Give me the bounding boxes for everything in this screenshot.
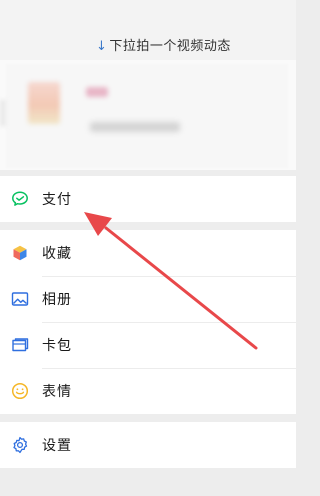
down-arrow-icon: ↓ [96,39,108,54]
avatar[interactable] [28,82,60,124]
menu-item-favorites-label: 收藏 [42,246,72,262]
wechat-pay-icon [10,189,30,209]
pull-down-hint-text: 下拉拍一个视频动态 [109,39,231,54]
menu-item-settings-label: 设置 [42,438,72,454]
profile-card[interactable] [0,60,296,170]
pull-down-hint-area: ↓ 下拉拍一个视频动态 [0,0,296,60]
menu-item-cards[interactable]: 卡包 [0,322,296,368]
menu-item-cards-label: 卡包 [42,338,72,354]
side-handle [0,100,6,126]
menu-group-pay: 支付 [0,176,296,222]
album-picture-icon [10,289,30,309]
menu-item-album-label: 相册 [42,292,72,308]
favorites-cube-icon [10,243,30,263]
menu-item-stickers[interactable]: 表情 [0,368,296,414]
wechat-id-redacted [90,122,180,132]
menu-item-settings[interactable]: 设置 [0,422,296,468]
gear-icon [10,435,30,455]
menu-group-main: 收藏 相册 卡包 表情 [0,230,296,414]
smiley-sticker-icon [10,381,30,401]
menu-item-pay[interactable]: 支付 [0,176,296,222]
menu-item-album[interactable]: 相册 [0,276,296,322]
nickname-redacted [86,87,108,97]
menu-item-favorites[interactable]: 收藏 [0,230,296,276]
menu-group-settings: 设置 [0,422,296,468]
profile-card-blurred [6,64,288,168]
menu-item-pay-label: 支付 [42,192,72,208]
menu-item-stickers-label: 表情 [42,384,72,400]
card-wallet-icon [10,335,30,355]
pull-down-hint: ↓ 下拉拍一个视频动态 [96,35,231,54]
